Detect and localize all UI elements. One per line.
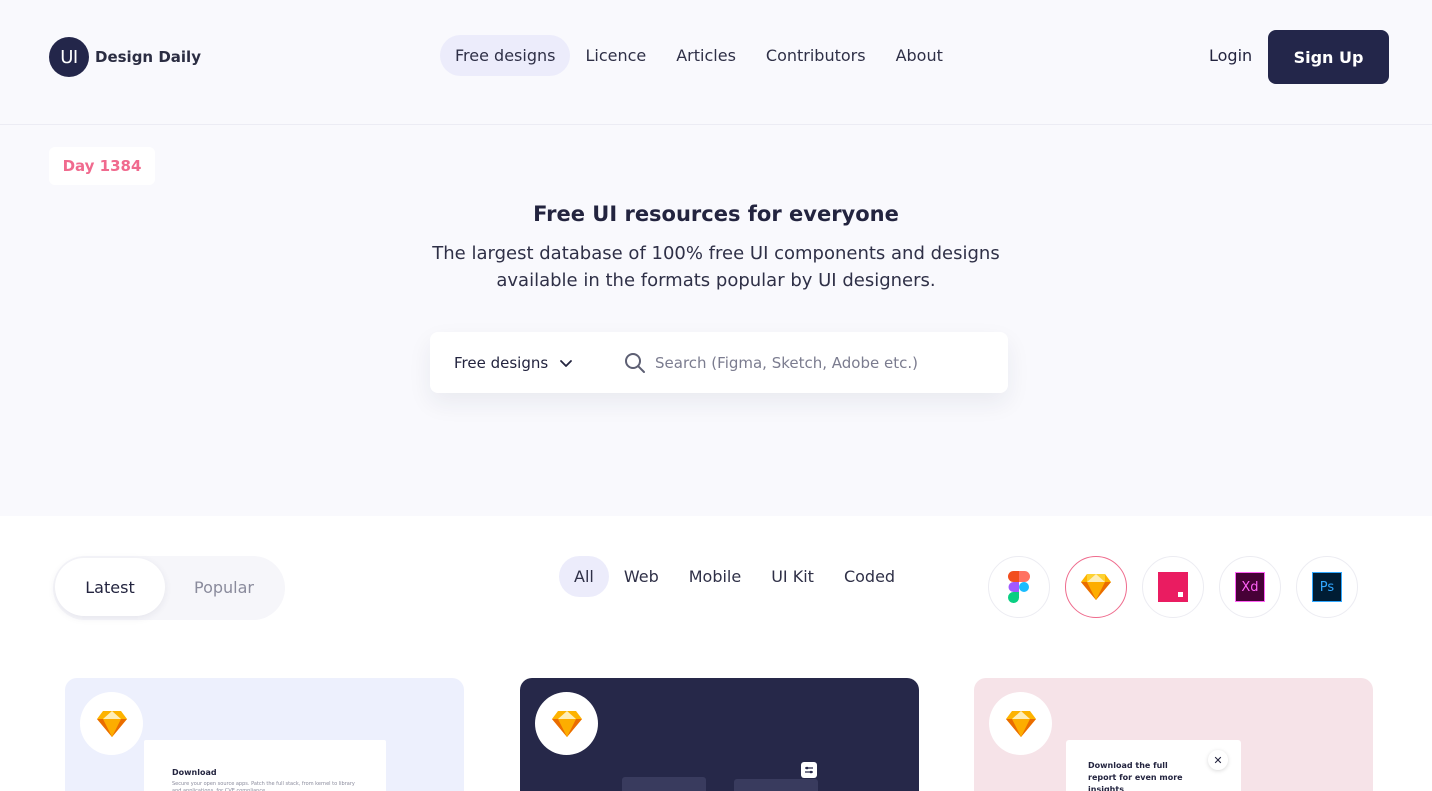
figma-icon <box>1008 571 1030 603</box>
sketch-icon <box>1005 710 1036 737</box>
chevron-down-icon <box>560 359 573 367</box>
design-card[interactable]: Download the full report for even more i… <box>974 678 1373 791</box>
photoshop-icon: Ps <box>1312 572 1342 602</box>
card-tool-badge <box>989 692 1052 755</box>
adobe-xd-label: Xd <box>1241 579 1259 595</box>
sketch-icon <box>96 710 127 737</box>
site-header: UI Design Daily Free designs Licence Art… <box>0 0 1432 125</box>
sketch-icon <box>551 710 582 737</box>
logo[interactable]: UI Design Daily <box>49 37 201 77</box>
photoshop-label: Ps <box>1319 579 1335 595</box>
preview-text: Download the full report for even more i… <box>1088 761 1183 791</box>
sort-latest[interactable]: Latest <box>55 558 165 616</box>
sliders-icon <box>801 762 817 778</box>
invision-studio-icon <box>1158 572 1188 602</box>
nav-item-about[interactable]: About <box>881 35 958 76</box>
nav-item-articles[interactable]: Articles <box>661 35 751 76</box>
tool-filter-photoshop[interactable]: Ps <box>1296 556 1358 618</box>
search-icon <box>625 353 645 373</box>
hero-subtitle: The largest database of 100% free UI com… <box>432 243 1000 291</box>
logo-badge: UI <box>49 37 89 77</box>
preview-text: Secure your open source apps. Patch the … <box>172 781 355 791</box>
close-icon: ✕ <box>1208 750 1228 770</box>
nav-item-contributors[interactable]: Contributors <box>751 35 881 76</box>
nav-item-free-designs[interactable]: Free designs <box>440 35 571 76</box>
hero-title: Free UI resources for everyone <box>533 202 899 226</box>
sort-popular[interactable]: Popular <box>169 558 279 616</box>
search-bar: Free designs <box>430 332 1008 393</box>
category-ui-kit[interactable]: UI Kit <box>756 556 829 597</box>
nav-item-licence[interactable]: Licence <box>570 35 661 76</box>
preview-title: Download <box>172 768 217 777</box>
card-preview-block <box>734 779 818 791</box>
design-card[interactable] <box>520 678 919 791</box>
card-preview-block <box>622 777 706 791</box>
day-badge: Day 1384 <box>49 147 155 185</box>
category-mobile[interactable]: Mobile <box>674 556 756 597</box>
search-type-value: Free designs <box>454 353 549 372</box>
category-coded[interactable]: Coded <box>829 556 910 597</box>
tool-filter: Xd Ps <box>988 556 1358 618</box>
category-web[interactable]: Web <box>609 556 674 597</box>
category-all[interactable]: All <box>559 556 609 597</box>
card-preview: Download Secure your open source apps. P… <box>144 740 386 791</box>
main-nav: Free designs Licence Articles Contributo… <box>440 35 958 76</box>
login-link[interactable]: Login <box>1209 46 1252 65</box>
signup-button[interactable]: Sign Up <box>1268 30 1389 84</box>
card-tool-badge <box>535 692 598 755</box>
category-filter: All Web Mobile UI Kit Coded <box>559 556 910 597</box>
sketch-icon <box>1081 574 1111 600</box>
design-card[interactable]: Download Secure your open source apps. P… <box>65 678 464 791</box>
search-input[interactable] <box>655 348 985 378</box>
sort-toggle: Latest Popular <box>53 556 285 620</box>
tool-filter-figma[interactable] <box>988 556 1050 618</box>
card-preview: Download the full report for even more i… <box>1066 740 1241 791</box>
adobe-xd-icon: Xd <box>1235 572 1265 602</box>
logo-text: Design Daily <box>95 48 201 66</box>
tool-filter-xd[interactable]: Xd <box>1219 556 1281 618</box>
card-tool-badge <box>80 692 143 755</box>
search-type-select[interactable]: Free designs <box>454 354 574 372</box>
tool-filter-sketch[interactable] <box>1065 556 1127 618</box>
tool-filter-invision[interactable] <box>1142 556 1204 618</box>
hero-section: Day 1384 Free UI resources for everyone … <box>0 125 1432 516</box>
